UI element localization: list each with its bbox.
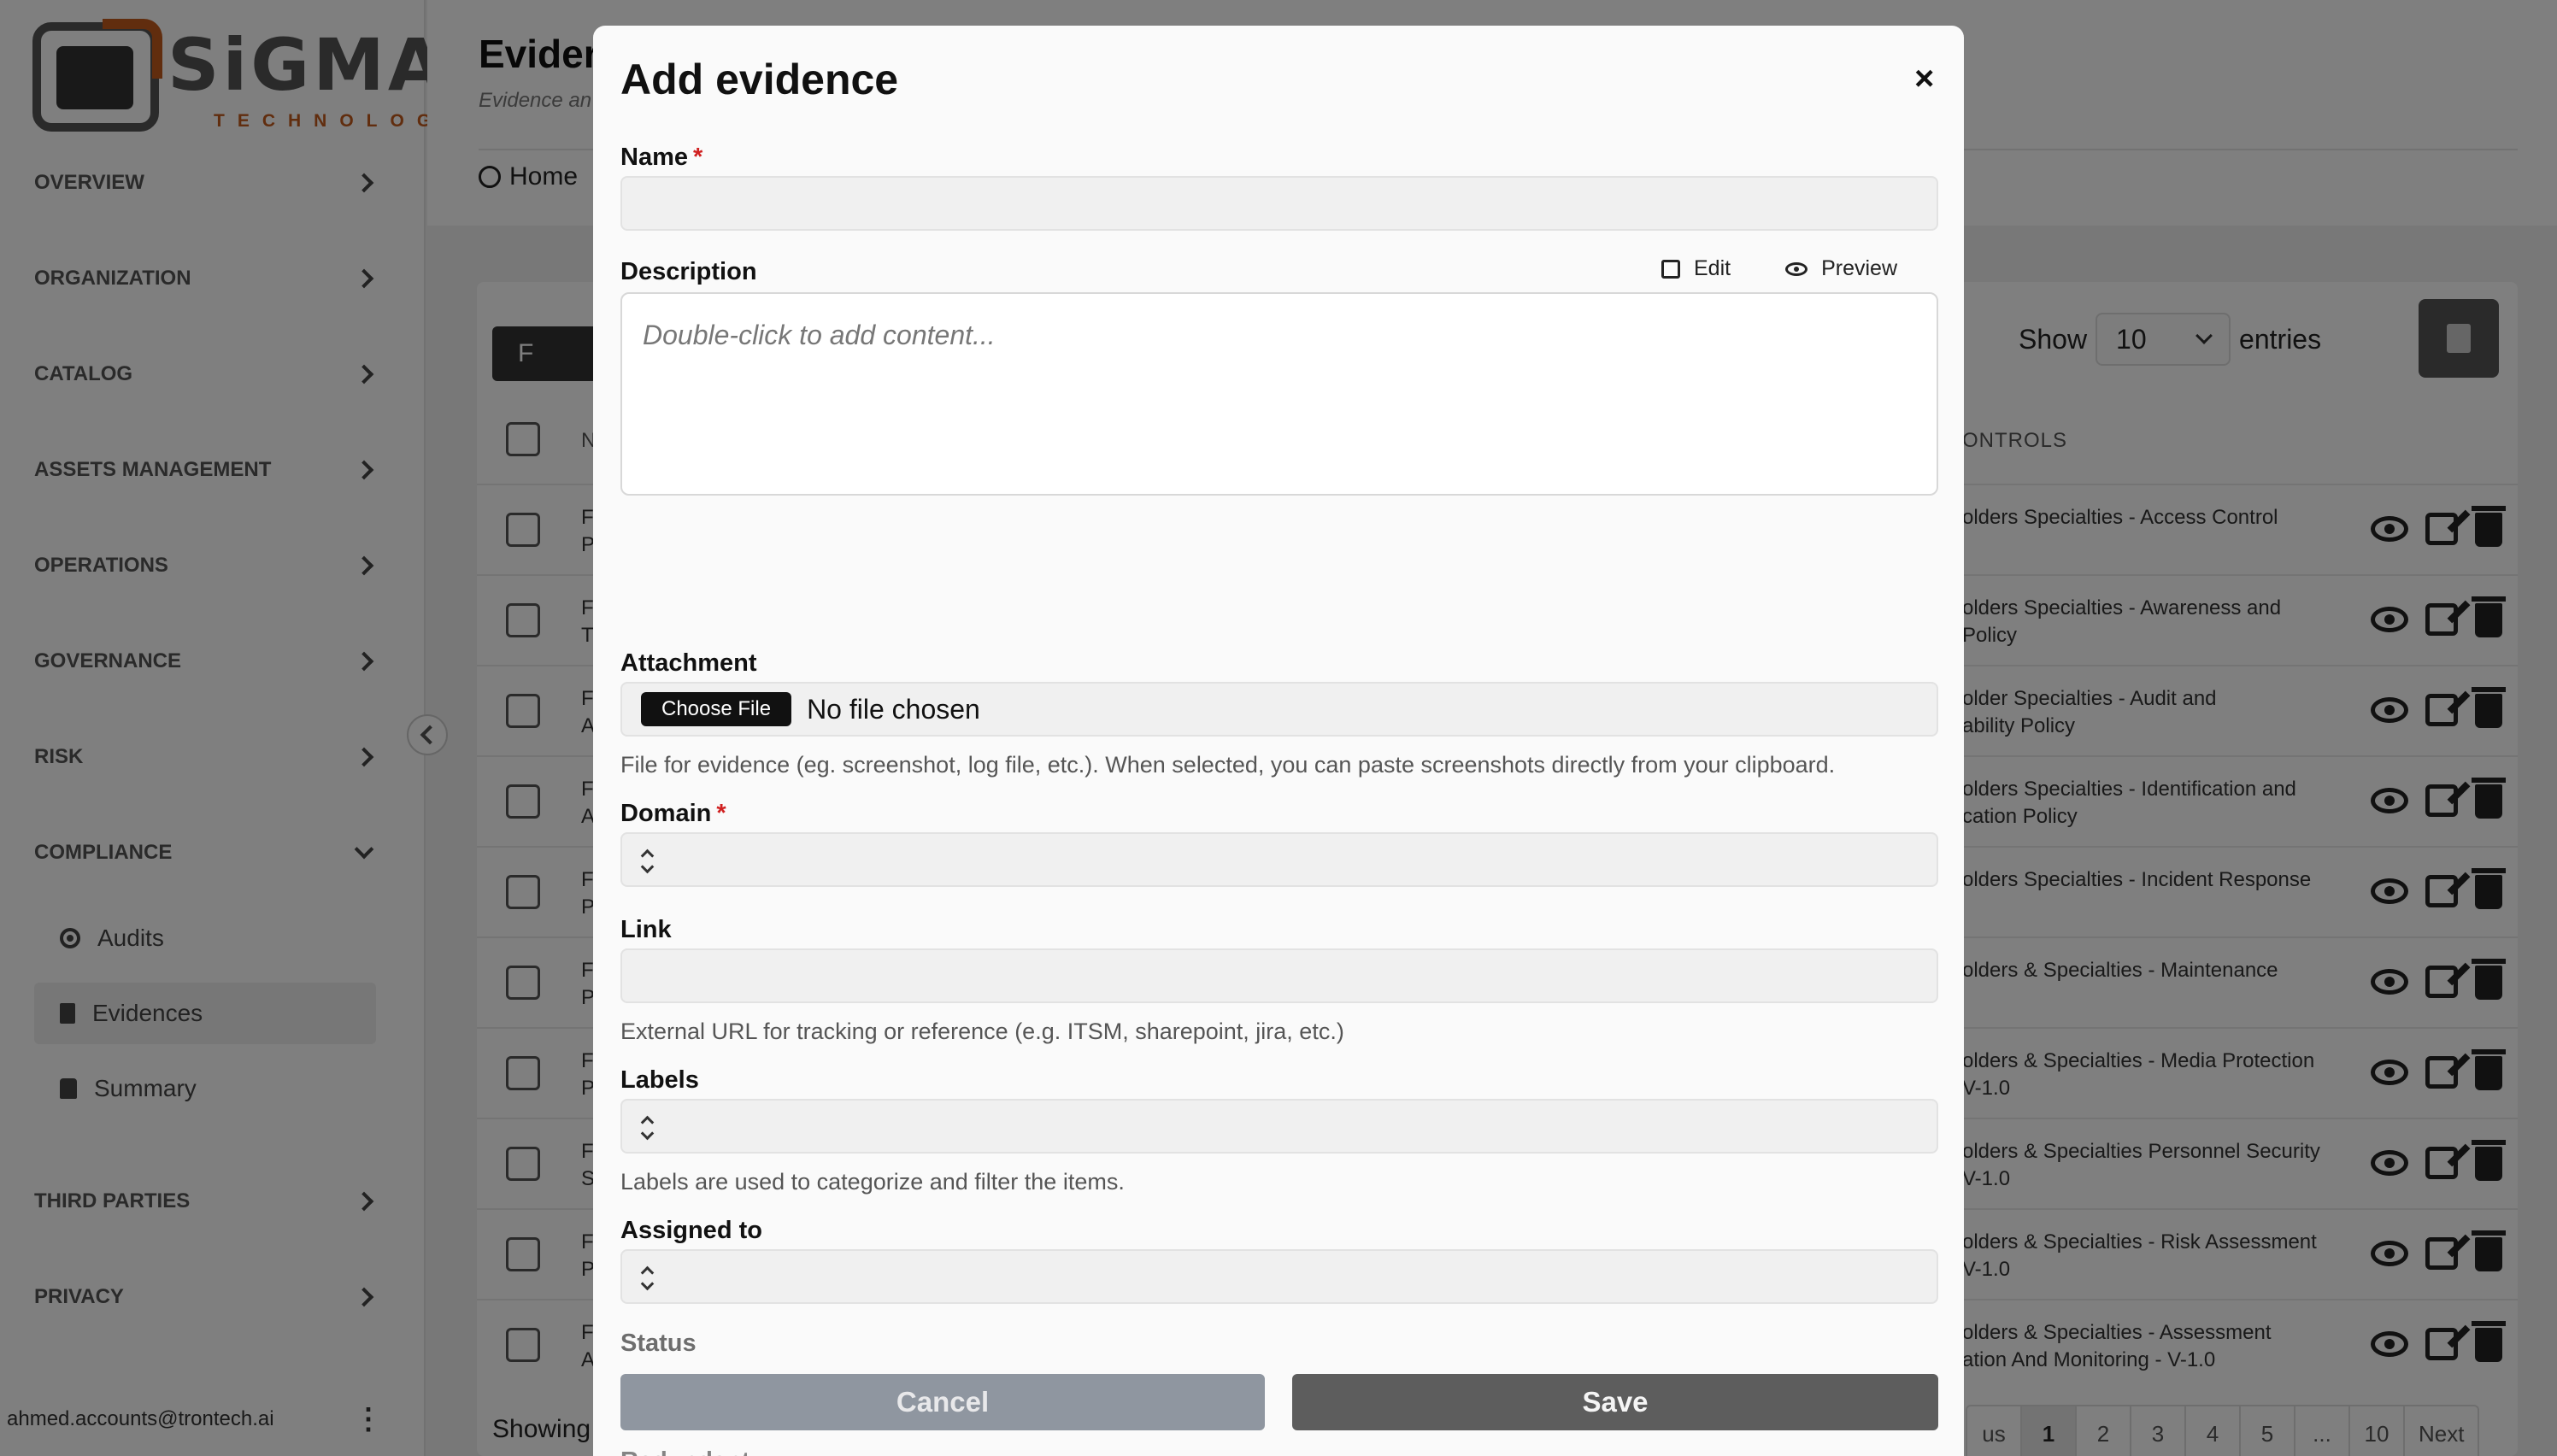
description-editor[interactable]: Double-click to add content... (620, 292, 1938, 496)
description-placeholder: Double-click to add content... (643, 320, 996, 350)
labels-help: Labels are used to categorize and filter… (620, 1169, 1125, 1195)
status-label: Status (620, 1330, 697, 1357)
labels-label: Labels (620, 1066, 699, 1094)
name-input[interactable] (620, 176, 1938, 231)
attachment-file-input[interactable]: Choose File No file chosen (620, 682, 1938, 737)
link-help: External URL for tracking or reference (… (620, 1019, 1344, 1044)
select-updown-icon (641, 1266, 651, 1290)
eye-icon (1785, 261, 1808, 276)
assigned-to-label: Assigned to (620, 1217, 762, 1244)
required-marker: * (716, 800, 726, 827)
save-button[interactable]: Save (1292, 1374, 1938, 1430)
assigned-to-select[interactable] (620, 1249, 1938, 1304)
select-updown-icon (641, 1116, 651, 1140)
link-label: Link (620, 916, 672, 943)
description-label: Description (620, 258, 757, 285)
description-toolbar: Edit Preview (1661, 256, 1897, 281)
link-input[interactable] (620, 948, 1938, 1003)
preview-tab-label: Preview (1821, 256, 1898, 280)
edit-icon (1661, 259, 1680, 279)
attachment-help: File for evidence (eg. screenshot, log f… (620, 752, 1836, 778)
domain-select[interactable] (620, 832, 1938, 887)
preview-tab[interactable]: Preview (1785, 256, 1897, 281)
edit-tab-label: Edit (1694, 256, 1731, 280)
choose-file-button[interactable]: Choose File (641, 692, 792, 726)
next-field-label: Redundant (620, 1447, 749, 1456)
domain-label: Domain * (620, 800, 726, 828)
domain-label-text: Domain (620, 800, 712, 827)
edit-tab[interactable]: Edit (1661, 256, 1731, 281)
name-label: Name * (620, 144, 702, 172)
add-evidence-modal: Add evidence × Name * Description Edit Pr… (593, 26, 1964, 1456)
labels-select[interactable] (620, 1099, 1938, 1154)
modal-title: Add evidence (620, 56, 899, 103)
file-status: No file chosen (807, 693, 980, 725)
close-icon[interactable]: × (1914, 62, 1934, 96)
required-marker: * (693, 144, 703, 171)
cancel-button[interactable]: Cancel (620, 1374, 1265, 1430)
attachment-label: Attachment (620, 649, 757, 677)
name-label-text: Name (620, 144, 688, 171)
select-updown-icon (641, 849, 651, 873)
